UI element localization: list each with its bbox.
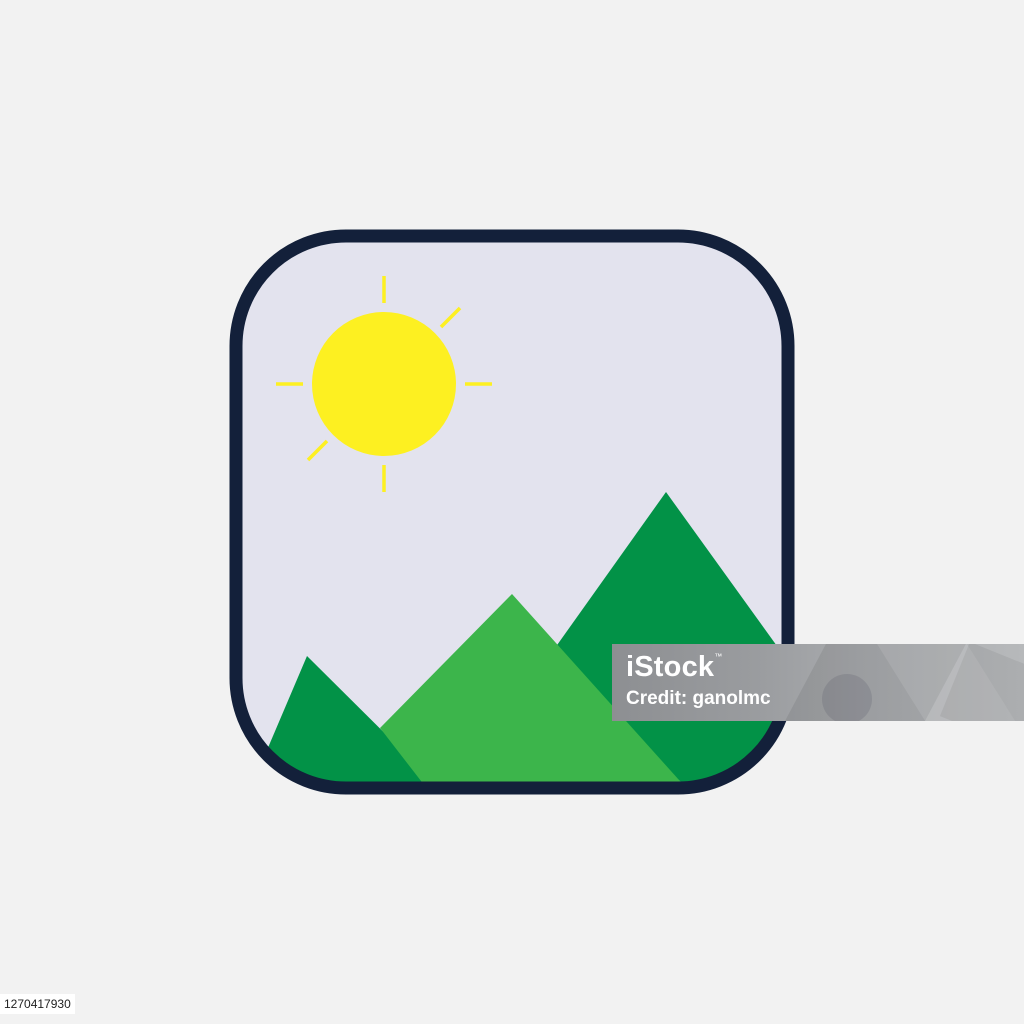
watermark-trademark: ™ <box>714 652 723 661</box>
watermark-credit: Credit: ganolmc <box>626 688 771 709</box>
stock-image: iStock™ Credit: ganolmc 1270417930 <box>0 0 1024 1024</box>
watermark-brand: iStock™ <box>626 653 722 682</box>
sun-disc <box>312 312 456 456</box>
istock-watermark: iStock™ Credit: ganolmc <box>612 644 1024 721</box>
watermark-brand-name: iStock <box>626 651 715 683</box>
image-id-label: 1270417930 <box>0 994 75 1014</box>
image-placeholder-icon <box>229 229 795 795</box>
